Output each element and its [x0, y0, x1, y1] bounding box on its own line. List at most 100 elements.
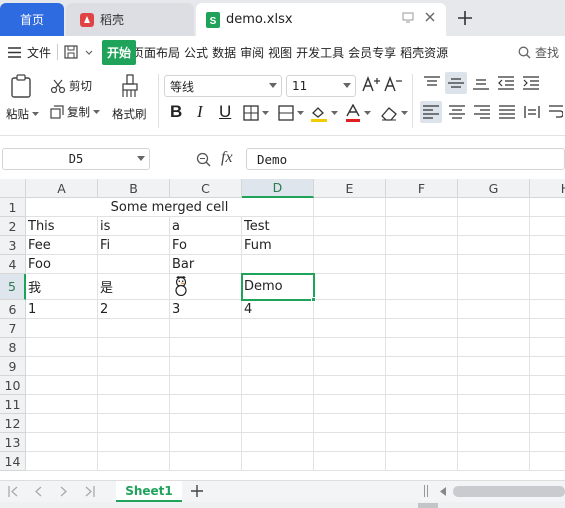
menu-tab-insert[interactable]: 插入: [102, 44, 130, 61]
cell-b12[interactable]: [98, 414, 170, 433]
cell-h2[interactable]: [530, 217, 565, 236]
next-sheet-icon[interactable]: [60, 486, 68, 497]
cell-d8[interactable]: [242, 338, 314, 357]
cell-f1[interactable]: [386, 198, 458, 217]
cell-c10[interactable]: [170, 376, 242, 395]
cell-g9[interactable]: [458, 357, 530, 376]
italic-button[interactable]: I: [197, 102, 203, 122]
cell-h4[interactable]: [530, 255, 565, 274]
cell-a2[interactable]: This: [26, 217, 98, 236]
cell-c9[interactable]: [170, 357, 242, 376]
copy-button[interactable]: 复制: [50, 104, 100, 120]
menu-tab-member[interactable]: 会员专享: [346, 44, 398, 61]
file-menu[interactable]: 文件: [8, 44, 51, 61]
cell-h5[interactable]: [530, 274, 565, 300]
cell-h8[interactable]: [530, 338, 565, 357]
add-sheet-button[interactable]: [190, 484, 204, 498]
cell-d12[interactable]: [242, 414, 314, 433]
row-header-6[interactable]: 6: [0, 300, 26, 319]
column-header-a[interactable]: A: [26, 179, 98, 198]
menu-tab-page-layout[interactable]: 页面布局: [130, 44, 182, 61]
cell-b6[interactable]: 2: [98, 300, 170, 319]
cell-d5[interactable]: Demo: [242, 274, 314, 300]
decrease-indent-icon[interactable]: [498, 76, 514, 90]
cell-a9[interactable]: [26, 357, 98, 376]
fill-handle[interactable]: [311, 297, 316, 302]
undo-dropdown-icon[interactable]: [84, 47, 94, 57]
cell-h10[interactable]: [530, 376, 565, 395]
cell-a5[interactable]: 我: [26, 274, 98, 300]
column-header-h[interactable]: H: [530, 179, 565, 198]
document-tab[interactable]: S demo.xlsx: [196, 3, 446, 36]
increase-indent-icon[interactable]: [523, 76, 539, 90]
cell-h3[interactable]: [530, 236, 565, 255]
cell-b13[interactable]: [98, 433, 170, 452]
row-header-2[interactable]: 2: [0, 217, 26, 236]
cell-f4[interactable]: [386, 255, 458, 274]
menu-tab-data[interactable]: 数据: [210, 44, 238, 61]
cell-g2[interactable]: [458, 217, 530, 236]
cell-f13[interactable]: [386, 433, 458, 452]
row-header-11[interactable]: 11: [0, 395, 26, 414]
zoom-function-icon[interactable]: [196, 152, 211, 167]
cell-b11[interactable]: [98, 395, 170, 414]
cell-e5[interactable]: [314, 274, 386, 300]
menu-tab-formulas[interactable]: 公式: [182, 44, 210, 61]
cell-e6[interactable]: [314, 300, 386, 319]
cell-c14[interactable]: [170, 452, 242, 471]
select-all-corner[interactable]: [0, 179, 26, 198]
paste-button[interactable]: 粘贴: [6, 106, 39, 122]
cell-f11[interactable]: [386, 395, 458, 414]
cell-c13[interactable]: [170, 433, 242, 452]
cell-g7[interactable]: [458, 319, 530, 338]
new-tab-button[interactable]: [455, 8, 475, 28]
cell-f2[interactable]: [386, 217, 458, 236]
paste-icon[interactable]: [10, 74, 32, 98]
cell-g4[interactable]: [458, 255, 530, 274]
cell-a14[interactable]: [26, 452, 98, 471]
cell-h7[interactable]: [530, 319, 565, 338]
horizontal-scrollbar-thumb[interactable]: [453, 486, 565, 497]
cell-c3[interactable]: Fo: [170, 236, 242, 255]
row-header-13[interactable]: 13: [0, 433, 26, 452]
cell-a8[interactable]: [26, 338, 98, 357]
horizontal-scrollbar-splitter[interactable]: [424, 485, 428, 497]
format-painter-button[interactable]: 格式刷: [112, 106, 147, 122]
column-header-b[interactable]: B: [98, 179, 170, 198]
cell-d3[interactable]: Fum: [242, 236, 314, 255]
font-color-button[interactable]: [345, 104, 371, 122]
cell-h11[interactable]: [530, 395, 565, 414]
cell-f9[interactable]: [386, 357, 458, 376]
cell-h12[interactable]: [530, 414, 565, 433]
cell-b10[interactable]: [98, 376, 170, 395]
cell-a6[interactable]: 1: [26, 300, 98, 319]
cell-e10[interactable]: [314, 376, 386, 395]
cell-c12[interactable]: [170, 414, 242, 433]
cell-e12[interactable]: [314, 414, 386, 433]
column-header-e[interactable]: E: [314, 179, 386, 198]
cell-d11[interactable]: [242, 395, 314, 414]
cell-f3[interactable]: [386, 236, 458, 255]
cell-f7[interactable]: [386, 319, 458, 338]
align-middle-icon[interactable]: [445, 72, 467, 94]
cell-f14[interactable]: [386, 452, 458, 471]
cell-a3[interactable]: Fee: [26, 236, 98, 255]
cell-d10[interactable]: [242, 376, 314, 395]
align-center-icon[interactable]: [449, 105, 465, 119]
cell-b7[interactable]: [98, 319, 170, 338]
merged-cell-A1-D1[interactable]: Some merged cell: [26, 198, 314, 217]
align-top-icon[interactable]: [424, 76, 440, 90]
cell-e9[interactable]: [314, 357, 386, 376]
cell-b9[interactable]: [98, 357, 170, 376]
cell-e2[interactable]: [314, 217, 386, 236]
cell-d2[interactable]: Test: [242, 217, 314, 236]
cell-b8[interactable]: [98, 338, 170, 357]
cell-f12[interactable]: [386, 414, 458, 433]
cell-g11[interactable]: [458, 395, 530, 414]
row-header-7[interactable]: 7: [0, 319, 26, 338]
row-header-9[interactable]: 9: [0, 357, 26, 376]
wrap-text-icon[interactable]: [549, 104, 563, 120]
cell-e1[interactable]: [314, 198, 386, 217]
name-box[interactable]: D5: [2, 148, 150, 170]
cell-g1[interactable]: [458, 198, 530, 217]
